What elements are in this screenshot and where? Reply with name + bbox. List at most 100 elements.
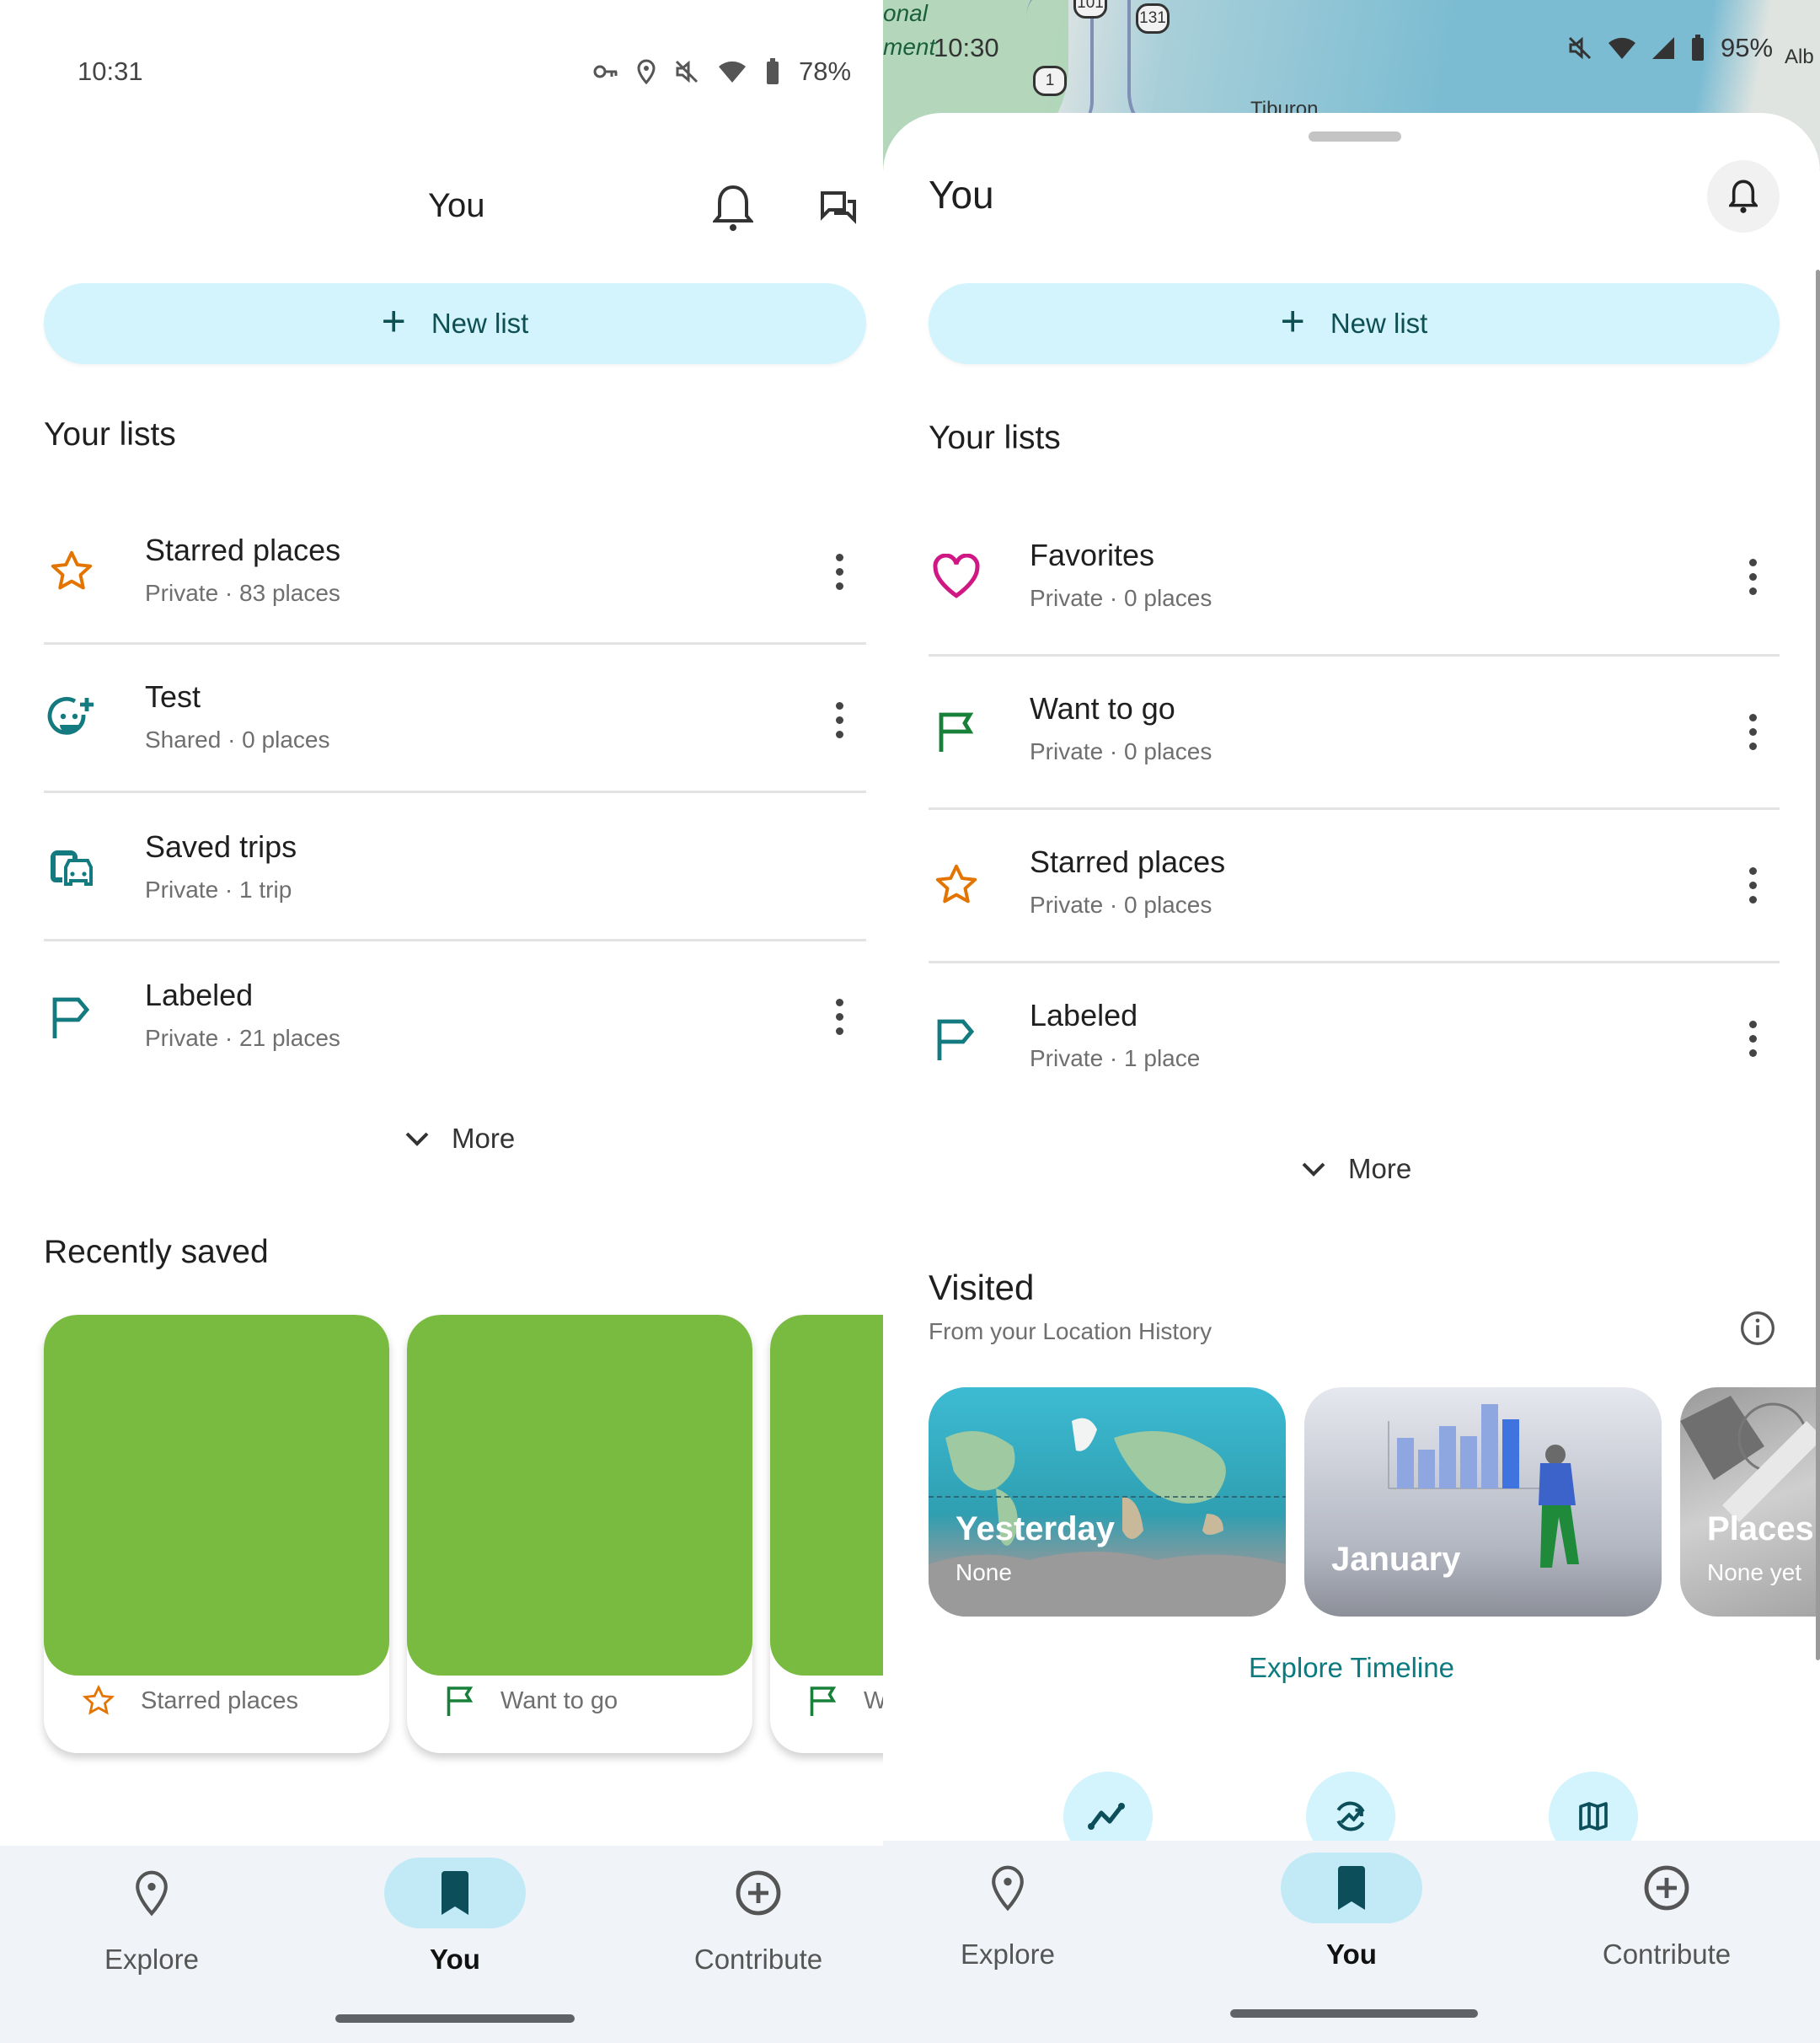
saved-place-card[interactable]: W [770,1315,883,1753]
list-item-want-to-go[interactable]: Want to go Private · 0 places [929,657,1780,806]
list-title: Test [145,679,201,714]
card-list-name: Starred places [141,1686,298,1714]
notifications-button[interactable] [708,179,758,238]
list-item-starred-places[interactable]: Starred places Private · 83 places [44,497,866,646]
nav-label: You [430,1944,480,1975]
list-subtitle: Private · 21 places [145,1025,340,1051]
more-options-button[interactable] [822,991,856,1042]
more-options-button[interactable] [822,694,856,745]
bell-icon [1729,180,1758,213]
star-icon [82,1684,115,1715]
bottom-navigation: Explore You Contribute [0,1846,883,2043]
visited-subtitle: From your Location History [929,1318,1212,1344]
saved-place-card[interactable]: Starred places [44,1315,389,1753]
more-options-button[interactable] [1736,1013,1769,1064]
recently-saved-heading: Recently saved [44,1234,269,1270]
notifications-button[interactable] [1707,160,1780,233]
battery-icon [1692,35,1704,61]
list-item-test[interactable]: Test Shared · 0 places [44,646,866,794]
list-item-labeled[interactable]: Labeled Private · 21 places [44,942,866,1091]
divider [44,642,866,645]
list-item-labeled[interactable]: Labeled Private · 1 place [929,964,1780,1113]
new-list-button[interactable]: + New list [929,283,1780,364]
battery-percent: 95% [1721,33,1774,62]
more-options-button[interactable] [1736,551,1769,602]
add-circle-icon [736,1870,781,1916]
route-shield: 1 [1033,66,1067,96]
status-bar: 10:31 78% [0,51,883,93]
list-subtitle: Private · 0 places [1030,738,1212,764]
trips-line-icon [1088,1803,1125,1830]
right-screen: 101 131 1 onal ment Tiburon Alb 10:30 95… [883,0,1820,2043]
card-list-name: W [864,1686,883,1714]
chevron-down-icon [1302,1162,1325,1177]
visited-heading: Visited [929,1268,1035,1307]
home-indicator[interactable] [335,2014,575,2023]
nav-label: You [1326,1938,1377,1970]
vpn-key-icon [593,65,618,78]
list-title: Labeled [1030,998,1138,1032]
drag-handle[interactable] [1309,131,1401,142]
more-lists-button[interactable]: More [1301,1153,1411,1185]
list-title: Starred places [145,533,341,567]
chart-person-illustration [1388,1404,1579,1568]
nav-explore[interactable]: Explore [25,1858,278,1976]
status-time: 10:31 [78,56,143,86]
nav-you[interactable]: You [329,1858,581,1976]
bookmark-icon [1338,1866,1365,1910]
flag-icon [929,704,984,759]
plus-icon: + [1280,298,1305,345]
nav-you[interactable]: You [1225,1853,1478,1971]
timeline-card-january[interactable]: January [1304,1387,1662,1617]
mute-icon [1568,36,1592,60]
list-title: Favorites [1030,538,1155,572]
insights-icon [1336,1801,1365,1831]
list-item-favorites[interactable]: Favorites Private · 0 places [929,502,1780,651]
explore-timeline-link[interactable]: Explore Timeline [1249,1652,1454,1684]
plus-icon: + [381,298,406,345]
divider [929,807,1780,810]
nav-contribute[interactable]: Contribute [1540,1853,1793,1971]
nav-contribute[interactable]: Contribute [632,1858,883,1976]
bell-icon [713,185,753,231]
new-list-button[interactable]: + New list [44,283,866,364]
divider [44,791,866,793]
map-label: onal [883,0,928,26]
more-options-button[interactable] [822,546,856,597]
saved-place-card[interactable]: Want to go [407,1315,752,1753]
nav-label: Contribute [693,1944,823,1975]
battery-icon [767,58,779,84]
timeline-card-places[interactable]: Places None yet [1680,1387,1820,1617]
list-subtitle: Private · 0 places [1030,585,1212,611]
label-flag-icon [44,989,99,1044]
bottom-navigation: Explore You Contribute [883,1841,1820,2043]
add-circle-icon [1644,1865,1689,1911]
timeline-card-yesterday[interactable]: Yesterday None [929,1387,1286,1617]
place-photo [44,1315,389,1676]
messages-button[interactable] [814,184,864,234]
more-lists-button[interactable]: More [404,1123,515,1155]
list-item-starred-places[interactable]: Starred places Private · 0 places [929,811,1780,959]
status-time: 10:30 [934,33,999,62]
signal-icon [1652,37,1674,59]
list-item-saved-trips[interactable]: Saved trips Private · 1 trip [44,794,866,942]
list-subtitle: Private · 83 places [145,580,340,606]
new-list-label: New list [1330,308,1428,339]
bookmark-icon [442,1871,468,1915]
nav-explore[interactable]: Explore [883,1853,1134,1971]
page-title: You [929,173,994,217]
label-flag-icon [929,1011,984,1066]
wifi-icon [1609,37,1635,59]
home-indicator[interactable] [1230,2009,1478,2018]
left-screen: 10:31 78% You + New list Your lists Star… [0,0,883,2043]
flag-icon [447,1686,474,1716]
scrollbar[interactable] [1816,270,1820,1660]
status-bar: 10:30 95% [883,27,1820,69]
info-button[interactable] [1739,1310,1776,1351]
more-options-button[interactable] [1736,860,1769,910]
star-icon [929,857,984,913]
card-title: Yesterday [956,1510,1116,1547]
card-subtitle: None yet [1707,1559,1802,1585]
route-shield: 101 [1073,0,1107,19]
more-options-button[interactable] [1736,706,1769,757]
